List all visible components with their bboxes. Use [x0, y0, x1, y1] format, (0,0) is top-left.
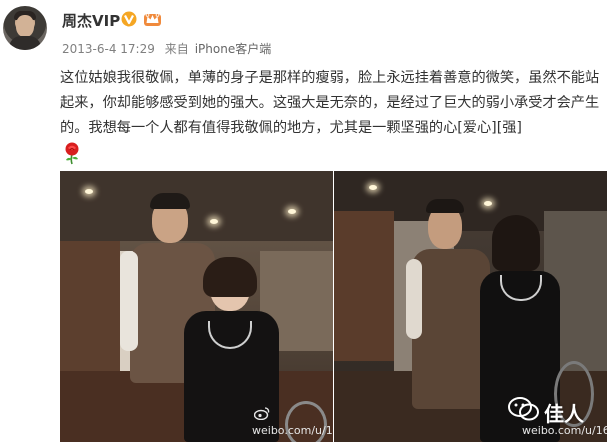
- photo-1[interactable]: weibo.com/u/164: [60, 171, 333, 442]
- photo-watermark: weibo.com/u/164: [252, 424, 333, 437]
- weibo-logo-icon: [254, 407, 270, 420]
- brand-watermark: 佳人: [508, 392, 600, 432]
- post-source[interactable]: iPhone客户端: [195, 42, 272, 56]
- avatar[interactable]: [3, 6, 47, 50]
- rose-icon: [65, 142, 79, 165]
- verified-v-icon[interactable]: [121, 11, 137, 27]
- vip-crown-icon[interactable]: [143, 10, 162, 27]
- brand-label: 佳人: [544, 402, 584, 426]
- post-meta: 2013-6-4 17:29 来自 iPhone客户端: [62, 40, 277, 57]
- wechat-icon: [508, 397, 539, 421]
- post-timestamp[interactable]: 2013-6-4 17:29: [62, 42, 155, 56]
- author-name[interactable]: 周杰VIP: [62, 10, 120, 31]
- post-text: 这位姑娘我很敬佩，单薄的身子是那样的瘦弱，脸上永远挂着善意的微笑，虽然不能站起来…: [60, 70, 600, 136]
- source-prefix: 来自: [164, 42, 189, 56]
